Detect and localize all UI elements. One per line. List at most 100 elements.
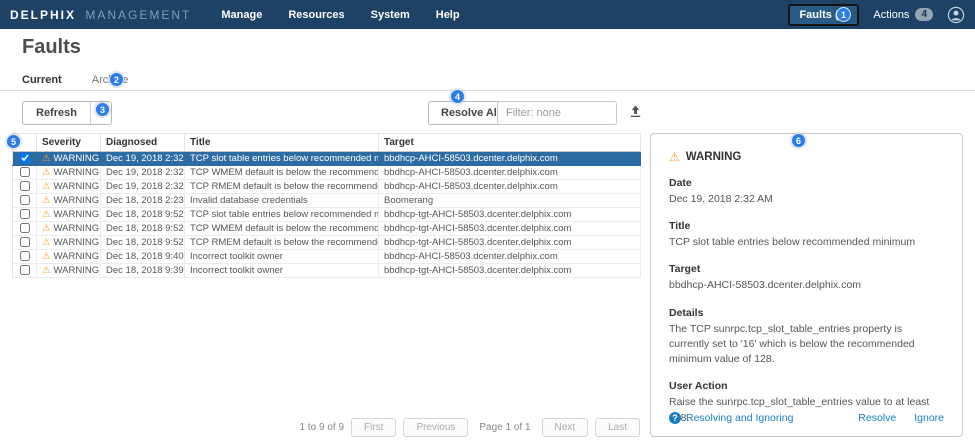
title-label: Title (669, 220, 944, 232)
severity-cell: ⚠WARNING (37, 194, 101, 208)
first-page-button[interactable]: First (351, 418, 396, 437)
user-profile-icon[interactable] (947, 6, 965, 24)
details-value: The TCP sunrpc.tcp_slot_table_entries pr… (669, 322, 944, 368)
severity-cell: ⚠WARNING (37, 222, 101, 236)
nav-item-resources[interactable]: Resources (288, 9, 344, 21)
annotation-4: 4 (450, 89, 465, 104)
row-checkbox-cell (13, 250, 37, 264)
target-label: Target (669, 263, 944, 275)
nav-right: Faults (9) Actions 4 (788, 4, 965, 26)
table-row[interactable]: ⚠WARNINGDec 18, 2018 9:52 AMTCP RMEM def… (13, 236, 641, 250)
row-checkbox-cell (13, 166, 37, 180)
next-page-button[interactable]: Next (542, 418, 589, 437)
target-cell: bbdhcp-AHCI-58503.dcenter.delphix.com (379, 180, 641, 194)
target-cell: bbdhcp-AHCI-58503.dcenter.delphix.com (379, 250, 641, 264)
diagnosed-cell: Dec 18, 2018 2:23 PM (101, 194, 185, 208)
diagnosed-cell: Dec 18, 2018 9:52 AM (101, 208, 185, 222)
target-cell: bbdhcp-AHCI-58503.dcenter.delphix.com (379, 152, 641, 166)
filter-input[interactable] (497, 101, 617, 125)
nav-item-system[interactable]: System (371, 9, 410, 21)
actions-count-badge: 4 (915, 8, 933, 21)
row-checkbox[interactable] (20, 251, 30, 261)
export-icon[interactable] (628, 104, 643, 122)
warning-icon: ⚠ (42, 265, 51, 276)
title-value: TCP slot table entries below recommended… (669, 235, 944, 250)
last-page-button[interactable]: Last (595, 418, 640, 437)
title-cell: Incorrect toolkit owner (185, 264, 379, 278)
resolve-link[interactable]: Resolve (858, 412, 896, 424)
table-row[interactable]: ⚠WARNINGDec 18, 2018 9:40 AMIncorrect to… (13, 250, 641, 264)
row-checkbox-cell (13, 222, 37, 236)
table-header-row: Severity Diagnosed Title Target (13, 134, 641, 152)
row-checkbox[interactable] (20, 209, 30, 219)
row-checkbox[interactable] (20, 195, 30, 205)
severity-cell: ⚠WARNING (37, 236, 101, 250)
row-checkbox-cell (13, 152, 37, 166)
severity-cell: ⚠WARNING (37, 208, 101, 222)
table-row[interactable]: ⚠WARNINGDec 18, 2018 2:23 PMInvalid data… (13, 194, 641, 208)
details-target-section: Target bbdhcp-AHCI-58503.dcenter.delphix… (669, 263, 944, 293)
help-icon: ? (669, 412, 681, 424)
diagnosed-cell: Dec 18, 2018 9:52 AM (101, 236, 185, 250)
row-checkbox[interactable] (20, 167, 30, 177)
row-checkbox[interactable] (20, 223, 30, 233)
nav-item-manage[interactable]: Manage (221, 9, 262, 21)
row-checkbox[interactable] (20, 265, 30, 275)
table-row[interactable]: ⚠WARNINGDec 18, 2018 9:52 AMTCP WMEM def… (13, 222, 641, 236)
previous-page-button[interactable]: Previous (403, 418, 468, 437)
fault-details-panel: ⚠ WARNING Date Dec 19, 2018 2:32 AM Titl… (650, 133, 963, 437)
warning-icon: ⚠ (42, 209, 51, 220)
refresh-button[interactable]: Refresh (22, 101, 91, 125)
brand-management: MANAGEMENT (85, 8, 191, 22)
row-checkbox-cell (13, 180, 37, 194)
details-date-section: Date Dec 19, 2018 2:32 AM (669, 177, 944, 207)
table-row[interactable]: ⚠WARNINGDec 18, 2018 9:39 AMIncorrect to… (13, 264, 641, 278)
col-severity[interactable]: Severity (37, 134, 101, 152)
help-link-label: Resolving and Ignoring (686, 412, 793, 424)
row-checkbox-cell (13, 194, 37, 208)
details-severity: ⚠ WARNING (669, 150, 944, 164)
severity-cell: ⚠WARNING (37, 180, 101, 194)
target-cell: Boomerang (379, 194, 641, 208)
warning-icon: ⚠ (669, 150, 680, 164)
title-cell: TCP RMEM default is below the recommende… (185, 180, 379, 194)
col-diagnosed[interactable]: Diagnosed (101, 134, 185, 152)
actions-button[interactable]: Actions 4 (867, 5, 939, 24)
severity-cell: ⚠WARNING (37, 264, 101, 278)
nav-menu: Manage Resources System Help (221, 9, 459, 21)
diagnosed-cell: Dec 18, 2018 9:39 AM (101, 264, 185, 278)
nav-item-help[interactable]: Help (436, 9, 460, 21)
top-nav: DELPHIX MANAGEMENT Manage Resources Syst… (0, 0, 975, 29)
col-target[interactable]: Target (379, 134, 641, 152)
diagnosed-cell: Dec 19, 2018 2:32 AM (101, 166, 185, 180)
annotation-6: 6 (791, 133, 806, 148)
title-cell: TCP WMEM default is below the recommende… (185, 166, 379, 180)
title-cell: TCP WMEM default is below the recommende… (185, 222, 379, 236)
target-cell: bbdhcp-tgt-AHCI-58503.dcenter.delphix.co… (379, 208, 641, 222)
warning-icon: ⚠ (42, 181, 51, 192)
target-cell: bbdhcp-tgt-AHCI-58503.dcenter.delphix.co… (379, 222, 641, 236)
warning-icon: ⚠ (42, 153, 51, 164)
row-checkbox[interactable] (20, 237, 30, 247)
row-checkbox[interactable] (20, 181, 30, 191)
table-row[interactable]: ⚠WARNINGDec 18, 2018 9:52 AMTCP slot tab… (13, 208, 641, 222)
title-cell: TCP slot table entries below recommended… (185, 208, 379, 222)
details-severity-label: WARNING (686, 151, 742, 163)
warning-icon: ⚠ (42, 167, 51, 178)
col-title[interactable]: Title (185, 134, 379, 152)
table-row[interactable]: ⚠WARNINGDec 19, 2018 2:32 AMTCP slot tab… (13, 152, 641, 166)
table-row[interactable]: ⚠WARNINGDec 19, 2018 2:32 AMTCP WMEM def… (13, 166, 641, 180)
resolving-ignoring-link[interactable]: ? Resolving and Ignoring (669, 412, 793, 424)
severity-cell: ⚠WARNING (37, 166, 101, 180)
title-cell: TCP slot table entries below recommended… (185, 152, 379, 166)
title-cell: TCP RMEM default is below the recommende… (185, 236, 379, 250)
details-label: Details (669, 307, 944, 319)
row-checkbox-cell (13, 208, 37, 222)
warning-icon: ⚠ (42, 223, 51, 234)
ignore-link[interactable]: Ignore (914, 412, 944, 424)
row-checkbox-cell (13, 264, 37, 278)
row-checkbox[interactable] (20, 153, 30, 163)
diagnosed-cell: Dec 18, 2018 9:40 AM (101, 250, 185, 264)
row-checkbox-cell (13, 236, 37, 250)
table-row[interactable]: ⚠WARNINGDec 19, 2018 2:32 AMTCP RMEM def… (13, 180, 641, 194)
